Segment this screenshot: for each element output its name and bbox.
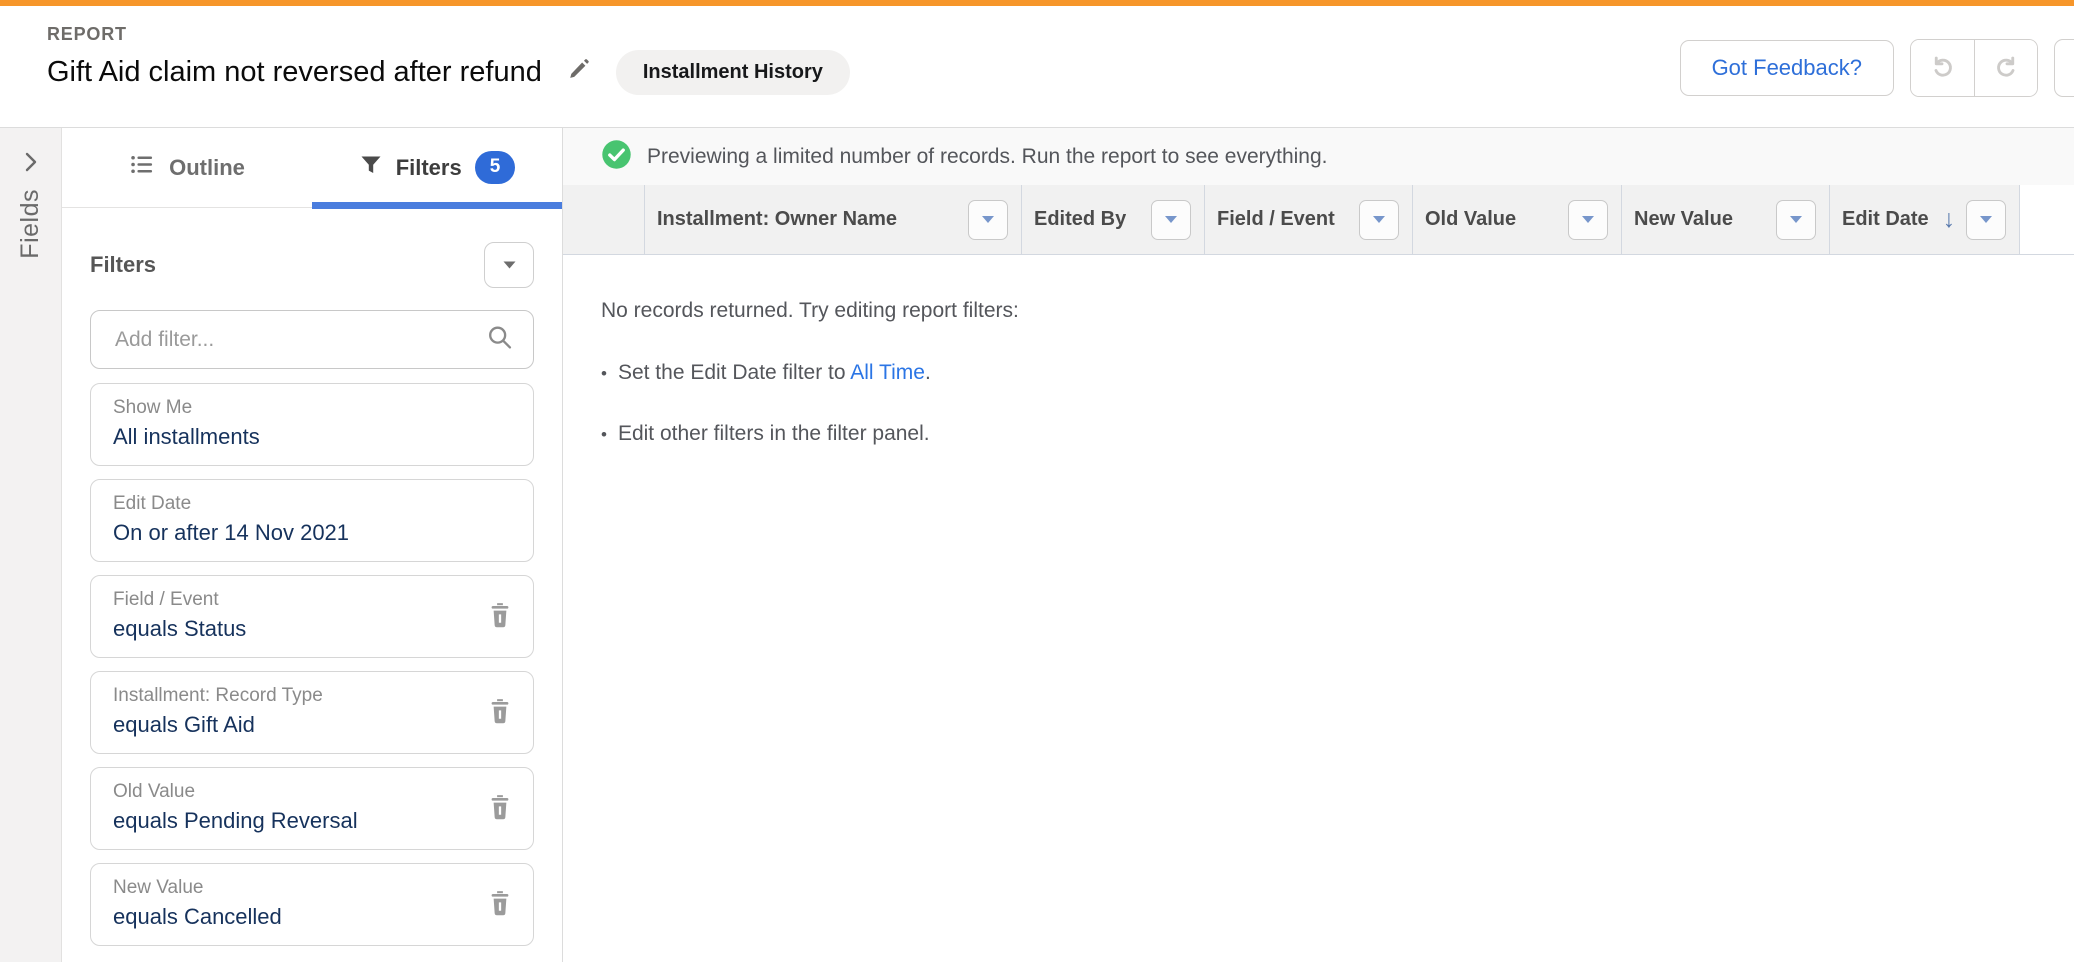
delete-filter-button[interactable] [483, 696, 517, 730]
filters-panel-body: Filters Show Me All installments Edit Da [62, 208, 562, 959]
report-preview-area: Previewing a limited number of records. … [563, 128, 2074, 962]
dropdown-icon [1789, 212, 1803, 227]
filter-card-label: New Value [113, 877, 473, 899]
success-check-icon [601, 139, 632, 175]
filter-card-edit-date[interactable]: Edit Date On or after 14 Nov 2021 [90, 479, 534, 562]
filters-heading: Filters [90, 252, 156, 278]
bullet-1-suffix: . [925, 361, 931, 384]
filter-card-value: equals Cancelled [113, 904, 473, 930]
filter-card-value: equals Pending Reversal [113, 808, 473, 834]
dropdown-icon [1979, 212, 1993, 227]
trash-icon [488, 794, 512, 823]
undo-button[interactable] [1911, 40, 1974, 96]
active-tab-underline [312, 202, 562, 209]
delete-filter-button[interactable] [483, 888, 517, 922]
column-menu-button[interactable] [1776, 200, 1816, 240]
column-header-new-value[interactable]: New Value [1622, 185, 1830, 254]
empty-state-bullet-2: • Edit other filters in the filter panel… [601, 422, 2044, 446]
edit-title-button[interactable] [562, 56, 596, 90]
report-eyebrow: REPORT [47, 24, 127, 45]
bullet-1-text: Set the Edit Date filter to [618, 361, 850, 384]
column-header-edit-date[interactable]: Edit Date ↓ [1830, 185, 2020, 254]
tab-outline-label: Outline [169, 155, 245, 181]
preview-banner-text: Previewing a limited number of records. … [647, 145, 1328, 169]
delete-filter-button[interactable] [483, 792, 517, 826]
trash-icon [488, 698, 512, 727]
fields-collapsed-strip[interactable]: Fields [0, 128, 62, 962]
preview-banner: Previewing a limited number of records. … [563, 128, 2074, 185]
column-menu-button[interactable] [1568, 200, 1608, 240]
filters-panel-head: Filters [90, 242, 534, 288]
add-filter-wrap [90, 310, 534, 369]
content-area: Fields Outline Filters 5 Filters [0, 128, 2074, 962]
filter-card-new-value[interactable]: New Value equals Cancelled [90, 863, 534, 946]
report-type-badge: Installment History [616, 50, 850, 95]
dropdown-icon [1164, 212, 1178, 227]
filters-count-badge: 5 [475, 151, 516, 184]
filter-card-value: equals Status [113, 616, 473, 642]
table-header-trailing-space [2020, 185, 2074, 254]
undo-redo-group [1910, 39, 2038, 97]
sort-desc-icon: ↓ [1943, 207, 1956, 232]
page-header: REPORT Gift Aid claim not reversed after… [0, 6, 2074, 128]
dropdown-icon [1581, 212, 1595, 227]
filter-card-label: Show Me [113, 397, 473, 419]
pencil-icon [566, 58, 592, 87]
dropdown-icon [1372, 212, 1386, 227]
filter-card-record-type[interactable]: Installment: Record Type equals Gift Aid [90, 671, 534, 754]
trash-icon [488, 890, 512, 919]
filter-card-value: equals Gift Aid [113, 712, 473, 738]
column-header-old-value[interactable]: Old Value [1413, 185, 1622, 254]
filter-funnel-icon [359, 153, 383, 183]
add-filter-input[interactable] [90, 310, 534, 369]
column-menu-button[interactable] [968, 200, 1008, 240]
search-icon [486, 323, 514, 356]
redo-button[interactable] [1974, 40, 2037, 96]
dropdown-icon [981, 212, 995, 227]
no-records-heading: No records returned. Try editing report … [601, 299, 2044, 323]
bullet-icon: • [601, 364, 607, 384]
bullet-icon: • [601, 425, 607, 445]
column-menu-button[interactable] [1359, 200, 1399, 240]
header-actions: Got Feedback? [1680, 39, 2074, 97]
report-title: Gift Aid claim not reversed after refund [47, 56, 542, 89]
column-header-owner-name[interactable]: Installment: Owner Name [645, 185, 1022, 254]
bullet-2-text: Edit other filters in the filter panel. [618, 422, 930, 446]
filter-card-old-value[interactable]: Old Value equals Pending Reversal [90, 767, 534, 850]
redo-icon [1991, 52, 2021, 85]
filter-card-label: Installment: Record Type [113, 685, 473, 707]
chevron-right-icon [23, 150, 38, 179]
filter-panel: Outline Filters 5 Filters [62, 128, 563, 962]
row-index-column-header [563, 185, 645, 254]
dropdown-icon [502, 258, 517, 273]
trash-icon [488, 602, 512, 631]
filters-menu-button[interactable] [484, 242, 534, 288]
got-feedback-button[interactable]: Got Feedback? [1680, 40, 1894, 96]
filter-card-label: Field / Event [113, 589, 473, 611]
column-menu-button[interactable] [1151, 200, 1191, 240]
fields-strip-label: Fields [16, 189, 45, 259]
report-title-row: Gift Aid claim not reversed after refund… [47, 50, 850, 95]
all-time-link[interactable]: All Time [850, 361, 925, 384]
empty-state: No records returned. Try editing report … [563, 255, 2074, 483]
column-header-field-event[interactable]: Field / Event [1205, 185, 1413, 254]
more-actions-button[interactable] [2054, 39, 2074, 97]
delete-filter-button[interactable] [483, 600, 517, 634]
column-header-edited-by[interactable]: Edited By [1022, 185, 1205, 254]
filter-card-field-event[interactable]: Field / Event equals Status [90, 575, 534, 658]
outline-icon [129, 151, 156, 184]
tab-filters[interactable]: Filters 5 [312, 128, 562, 207]
filter-card-show-me[interactable]: Show Me All installments [90, 383, 534, 466]
filter-card-label: Edit Date [113, 493, 473, 515]
filter-card-value: All installments [113, 424, 473, 450]
tab-outline[interactable]: Outline [62, 128, 312, 207]
tab-filters-label: Filters [396, 155, 462, 181]
empty-state-bullet-1: • Set the Edit Date filter to All Time. [601, 361, 2044, 385]
filter-card-label: Old Value [113, 781, 473, 803]
table-header-row: Installment: Owner Name Edited By Field … [563, 185, 2074, 255]
undo-icon [1928, 52, 1958, 85]
panel-tabs: Outline Filters 5 [62, 128, 562, 208]
filter-card-value: On or after 14 Nov 2021 [113, 520, 473, 546]
column-menu-button[interactable] [1966, 200, 2006, 240]
